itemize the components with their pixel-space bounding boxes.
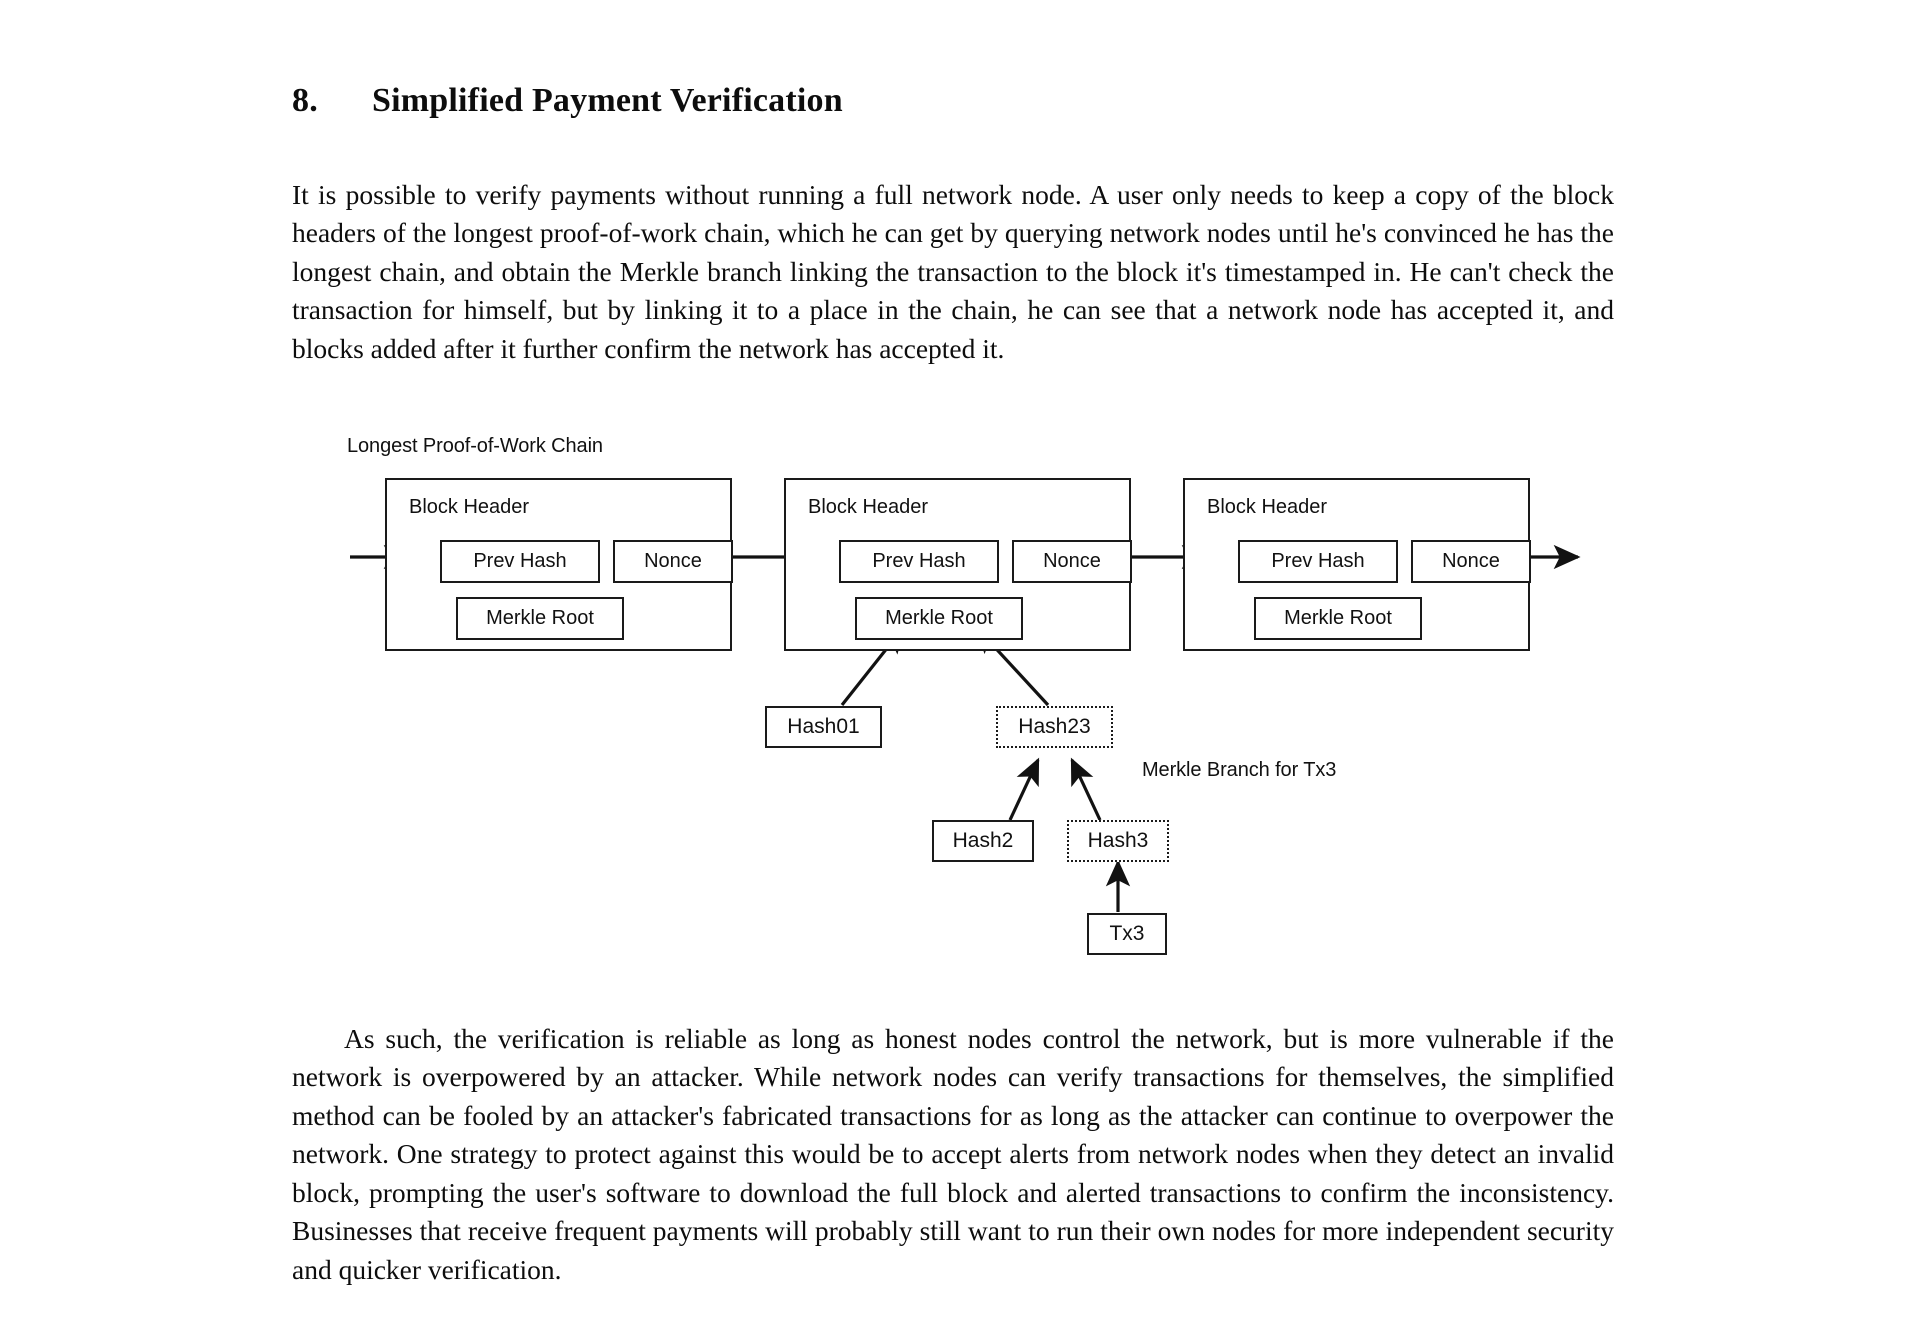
field-merkle-root: Merkle Root <box>1254 597 1422 640</box>
block-title: Block Header <box>1207 496 1328 518</box>
chain-label: Longest Proof-of-Work Chain <box>347 435 603 457</box>
intro-paragraph: It is possible to verify payments withou… <box>292 178 1614 364</box>
page-title: 8. Simplified Payment Verification <box>292 82 843 120</box>
field-merkle-root: Merkle Root <box>855 597 1023 640</box>
block-header-2: Block Header Prev Hash Nonce Merkle Root <box>784 478 1132 651</box>
field-merkle-root: Merkle Root <box>456 597 624 640</box>
closing-paragraph: As such, the verification is reliable as… <box>292 1022 1614 1285</box>
field-prev-hash: Prev Hash <box>440 540 600 583</box>
field-prev-hash: Prev Hash <box>839 540 999 583</box>
section-number: 8. <box>292 82 318 119</box>
block-title: Block Header <box>409 496 530 518</box>
merkle-branch-label: Merkle Branch for Tx3 <box>1142 759 1337 781</box>
edge-hash2-hash23 <box>1008 757 1040 821</box>
block-title: Block Header <box>808 496 929 518</box>
field-nonce: Nonce <box>613 540 733 583</box>
block-header-3: Block Header Prev Hash Nonce Merkle Root <box>1183 478 1531 651</box>
field-prev-hash: Prev Hash <box>1238 540 1398 583</box>
node-hash23: Hash23 <box>996 706 1113 748</box>
node-tx3: Tx3 <box>1087 913 1167 955</box>
field-nonce: Nonce <box>1411 540 1531 583</box>
block-header-1: Block Header Prev Hash Nonce Merkle Root <box>385 478 733 651</box>
node-hash3: Hash3 <box>1067 820 1169 862</box>
edge-hash01-merkleroot <box>840 625 905 706</box>
section-title-text: Simplified Payment Verification <box>372 82 843 119</box>
field-nonce: Nonce <box>1012 540 1132 583</box>
edge-hash3-hash23 <box>1070 757 1102 821</box>
edge-hash23-merkleroot <box>975 626 1050 707</box>
document-page: 8. Simplified Payment Verification It is … <box>0 0 1920 1324</box>
node-hash2: Hash2 <box>932 820 1034 862</box>
node-hash01: Hash01 <box>765 706 882 748</box>
